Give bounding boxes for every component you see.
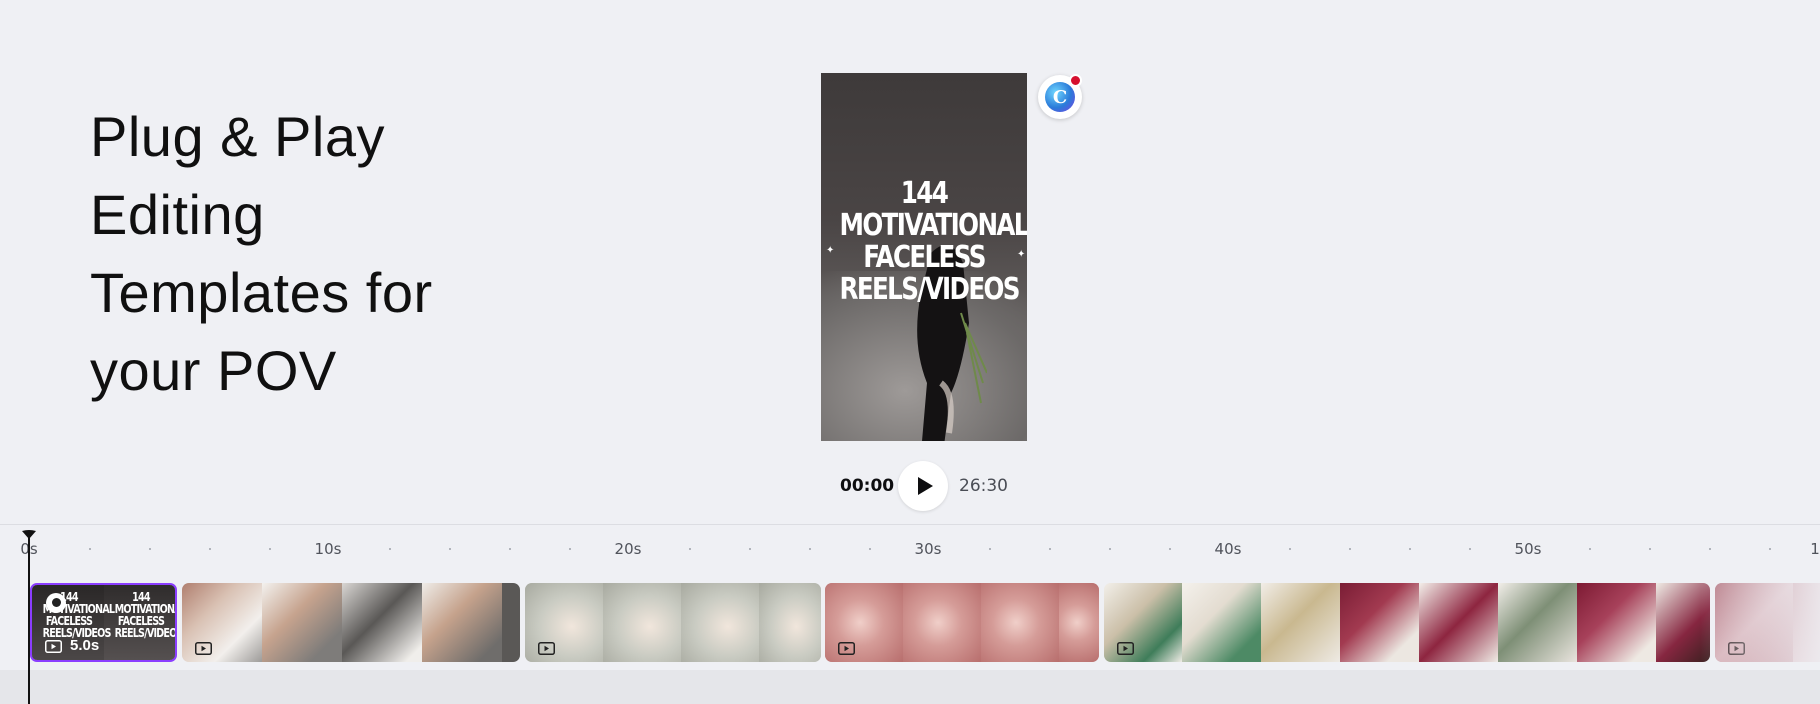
ruler-tick <box>449 548 451 550</box>
clip-frame <box>1059 583 1099 662</box>
preview-title: 144 MOTIVATIONAL FACELESS REELS/VIDEOS <box>839 176 1027 307</box>
ruler-tick <box>269 548 271 550</box>
ruler-tick <box>1109 548 1111 550</box>
headline-line: Plug & Play <box>90 105 385 168</box>
editor-canvas: Plug & Play Editing Templates for your P… <box>0 0 1820 704</box>
clip-title: 144 MOTIVATIONAL FACELESS REELS/VIDEOS <box>114 591 177 640</box>
clip-frame <box>422 583 502 662</box>
timeline-clip[interactable] <box>825 583 1099 662</box>
ruler-label: 30s <box>914 540 942 558</box>
video-icon <box>1117 642 1134 655</box>
ruler-tick <box>1349 548 1351 550</box>
playback-controls: 00:00 26:30 <box>830 461 1030 511</box>
ruler-tick <box>149 548 151 550</box>
ruler-tick <box>749 548 751 550</box>
clip-frame <box>1261 583 1340 662</box>
ruler-tick <box>89 548 91 550</box>
timeline-divider <box>0 524 1820 525</box>
ruler-tick <box>389 548 391 550</box>
sparkle-icon: ✦ <box>826 245 835 256</box>
ruler-tick <box>809 548 811 550</box>
total-time: 26:30 <box>959 476 1008 496</box>
ruler-label: 1 <box>1810 540 1820 558</box>
ruler-tick <box>509 548 511 550</box>
clip-frame <box>759 583 821 662</box>
video-icon <box>45 640 62 653</box>
clip-title-line: REELS/VIDEOS <box>114 626 177 640</box>
clip-frame <box>825 583 903 662</box>
ruler-tick <box>1709 548 1711 550</box>
ruler-tick <box>569 548 571 550</box>
clip-duration: 5.0s <box>70 637 100 654</box>
ruler-tick <box>1409 548 1411 550</box>
headline-line: your POV <box>90 339 337 402</box>
eye-icon <box>46 593 66 613</box>
ruler-tick <box>989 548 991 550</box>
ruler-label: 50s <box>1514 540 1542 558</box>
clip-frame <box>903 583 981 662</box>
ruler-tick <box>1589 548 1591 550</box>
clip-frame <box>182 583 262 662</box>
clip-frame <box>1498 583 1577 662</box>
ruler-tick <box>869 548 871 550</box>
clip-frame <box>981 583 1059 662</box>
play-button[interactable] <box>898 461 948 511</box>
timeline-ruler[interactable]: 0s 10s 20s 30s 40s 50s 1 <box>0 530 1820 560</box>
clip-frame <box>262 583 342 662</box>
preview-title-line: 144 <box>900 176 949 211</box>
headline-line: Templates for <box>90 261 433 324</box>
clip-frame <box>1340 583 1419 662</box>
clip-frame <box>502 583 520 662</box>
headline-text[interactable]: Plug & Play Editing Templates for your P… <box>90 98 510 410</box>
sparkle-icon: ✦ <box>1017 249 1026 260</box>
clip-frame <box>1577 583 1656 662</box>
preview-title-line: MOTIVATIONAL <box>839 208 1027 243</box>
ruler-tick <box>1289 548 1291 550</box>
timeline-edge-fade <box>1700 580 1820 670</box>
clip-frame <box>342 583 422 662</box>
ruler-label: 20s <box>614 540 642 558</box>
audio-track-area[interactable] <box>0 670 1820 704</box>
current-time: 00:00 <box>840 476 895 496</box>
clip-frame <box>525 583 603 662</box>
ruler-tick <box>1769 548 1771 550</box>
canva-assistant-icon: C <box>1045 82 1075 112</box>
playhead[interactable] <box>28 536 30 704</box>
ruler-tick <box>209 548 211 550</box>
video-icon <box>838 642 855 655</box>
preview-title-line: REELS/VIDEOS <box>839 272 1021 307</box>
video-icon <box>195 642 212 655</box>
timeline-clip-selected[interactable]: 144 MOTIVATIONAL FACELESS REELS/VIDEOS 1… <box>30 583 177 662</box>
clip-frame <box>1104 583 1182 662</box>
ruler-tick <box>689 548 691 550</box>
ruler-label: 40s <box>1214 540 1242 558</box>
clip-frame <box>1182 583 1261 662</box>
ruler-tick <box>1049 548 1051 550</box>
notification-badge <box>1069 74 1082 87</box>
ruler-label: 10s <box>314 540 342 558</box>
timeline-clip[interactable] <box>1104 583 1710 662</box>
preview-title-line: FACELESS <box>863 240 986 275</box>
video-icon <box>538 642 555 655</box>
timeline-clip[interactable] <box>182 583 520 662</box>
video-preview[interactable]: 144 MOTIVATIONAL FACELESS REELS/VIDEOS ✦… <box>821 73 1027 441</box>
playhead-handle[interactable] <box>21 530 37 540</box>
headline-line: Editing <box>90 183 265 246</box>
play-icon <box>917 477 933 495</box>
assistant-button[interactable]: C <box>1038 74 1082 119</box>
timeline-clip[interactable] <box>525 583 821 662</box>
clip-frame <box>1419 583 1498 662</box>
clip-frame <box>681 583 759 662</box>
ruler-tick <box>1649 548 1651 550</box>
ruler-tick <box>1169 548 1171 550</box>
clip-frame <box>603 583 681 662</box>
ruler-tick <box>1469 548 1471 550</box>
